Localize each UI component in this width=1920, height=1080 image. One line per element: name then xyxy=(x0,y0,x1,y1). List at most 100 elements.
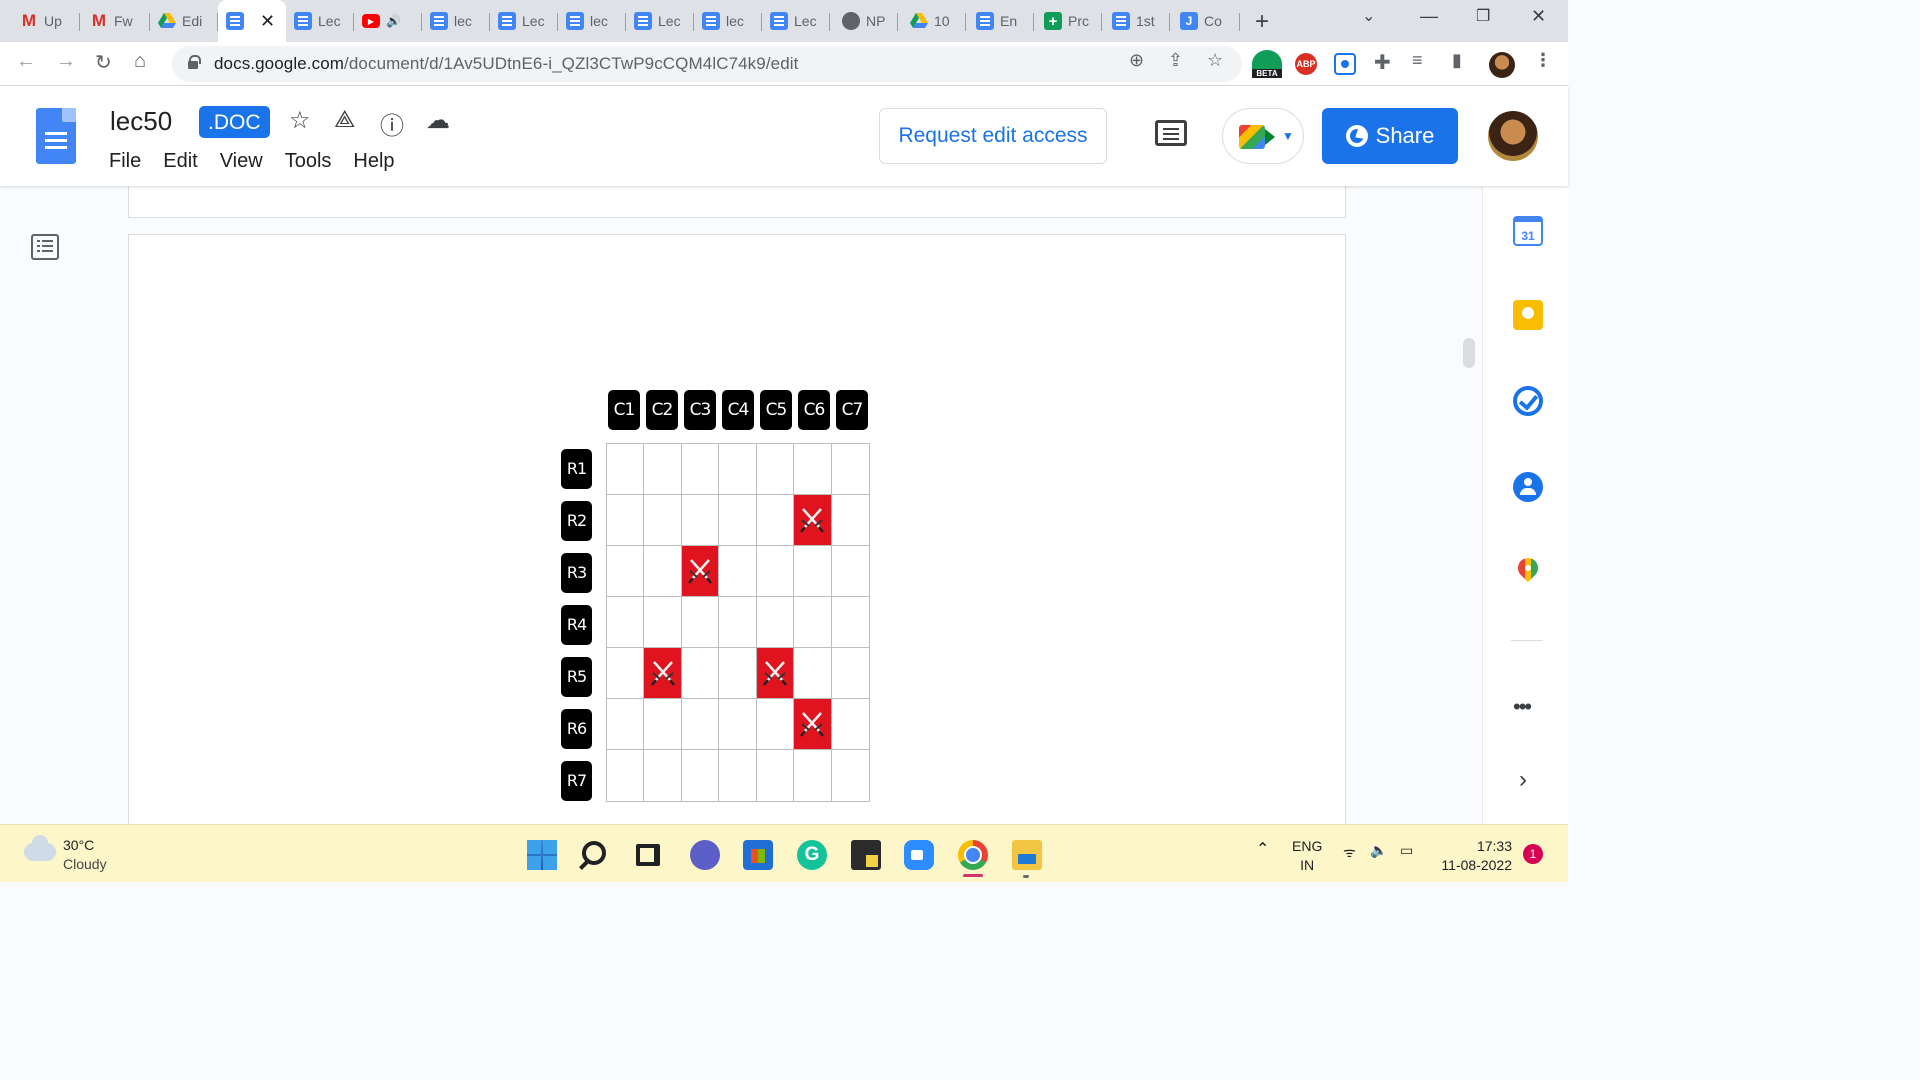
zoom-icon[interactable] xyxy=(904,840,934,870)
cloud-saved-icon[interactable]: ☁ xyxy=(426,106,450,135)
board-cell xyxy=(794,597,832,648)
forward-button[interactable]: → xyxy=(56,50,76,73)
extensions-puzzle-icon[interactable]: ✚ xyxy=(1374,50,1391,75)
comment-history-icon[interactable] xyxy=(1155,120,1187,146)
media-control-icon[interactable]: ≡ xyxy=(1412,50,1423,71)
board-cell-marked xyxy=(794,495,832,546)
browser-tab[interactable]: M Fw xyxy=(80,5,150,37)
board-cell xyxy=(607,699,645,750)
clock[interactable]: 17:33 11-08-2022 xyxy=(1436,837,1512,875)
browser-tab[interactable]: 10 xyxy=(898,5,966,37)
grammarly-icon[interactable]: G xyxy=(797,840,827,870)
browser-tab[interactable]: Lec xyxy=(490,5,558,37)
more-addons-icon[interactable]: ••• xyxy=(1513,694,1532,720)
browser-tab[interactable]: Edi xyxy=(150,5,218,37)
document-info-icon[interactable]: ⓘ xyxy=(380,106,404,141)
browser-tab[interactable]: lec xyxy=(558,5,626,37)
record-dot-icon xyxy=(1341,60,1349,68)
tasks-icon[interactable] xyxy=(1513,386,1543,416)
contacts-icon[interactable] xyxy=(1513,472,1543,502)
grammarly-beta-extension-icon[interactable]: BETA xyxy=(1252,50,1282,78)
language-indicator[interactable]: ENG IN xyxy=(1292,837,1322,875)
microsoft-store-icon[interactable] xyxy=(743,840,773,870)
browser-tab[interactable]: + Prc xyxy=(1034,5,1102,37)
adblock-extension-icon[interactable]: ABP xyxy=(1295,53,1317,75)
board-cell xyxy=(644,495,682,546)
browser-tab[interactable]: 1st xyxy=(1102,5,1170,37)
weather-description[interactable]: Cloudy xyxy=(63,856,107,872)
tab-search-icon[interactable]: ⌄ xyxy=(1362,6,1375,26)
menu-tools[interactable]: Tools xyxy=(285,150,332,173)
browser-tab-active[interactable]: ✕ xyxy=(218,0,286,42)
keep-icon[interactable] xyxy=(1513,300,1543,330)
task-view-icon[interactable] xyxy=(636,844,660,866)
share-button[interactable]: Share xyxy=(1322,108,1458,164)
chrome-icon[interactable] xyxy=(958,840,988,870)
board-cell xyxy=(831,495,869,546)
board-cell xyxy=(644,699,682,750)
new-tab-button[interactable]: + xyxy=(1255,8,1269,36)
reload-button[interactable]: ↻ xyxy=(95,50,112,75)
home-button[interactable]: ⌂ xyxy=(134,50,146,73)
browser-tab[interactable]: Lec xyxy=(762,5,830,37)
account-avatar[interactable] xyxy=(1488,111,1538,161)
browser-tab[interactable]: J Co xyxy=(1170,5,1240,37)
side-panel-icon[interactable]: ▮ xyxy=(1452,50,1462,71)
sticky-notes-icon[interactable] xyxy=(851,840,881,870)
address-bar[interactable]: docs.google.com/document/d/1Av5UDtnE6-i_… xyxy=(172,46,1242,82)
request-edit-access-button[interactable]: Request edit access xyxy=(879,108,1107,164)
start-button-icon[interactable] xyxy=(527,840,557,870)
back-button[interactable]: ← xyxy=(16,50,36,73)
profile-avatar[interactable] xyxy=(1489,52,1515,78)
clock-date: 11-08-2022 xyxy=(1441,857,1512,873)
notification-badge[interactable]: 1 xyxy=(1523,844,1543,864)
menu-view[interactable]: View xyxy=(220,150,263,173)
screen-capture-extension-icon[interactable] xyxy=(1334,53,1356,75)
move-to-drive-icon[interactable]: ⟁ xyxy=(334,106,355,134)
wifi-icon[interactable]: ᯤ xyxy=(1343,843,1356,862)
browser-tab[interactable]: NP xyxy=(830,5,898,37)
board-cell xyxy=(607,495,645,546)
zoom-icon[interactable]: ⊕ xyxy=(1129,50,1144,71)
browser-tab[interactable]: ▶ 🔊 xyxy=(354,5,422,37)
minimize-button[interactable]: — xyxy=(1420,6,1438,27)
show-hidden-icons-icon[interactable]: ⌃ xyxy=(1256,839,1269,859)
search-icon[interactable] xyxy=(582,841,606,865)
chrome-menu-icon[interactable]: ⋮ xyxy=(1534,50,1552,71)
board-cell xyxy=(794,648,832,699)
document-outline-icon[interactable] xyxy=(31,234,59,260)
menu-edit[interactable]: Edit xyxy=(163,150,197,173)
volume-icon[interactable]: 🔈 xyxy=(1370,842,1387,859)
battery-icon[interactable]: ▭ xyxy=(1400,842,1413,859)
board-cell xyxy=(719,597,757,648)
url-text[interactable]: docs.google.com/document/d/1Av5UDtnE6-i_… xyxy=(214,54,798,74)
expand-panel-icon[interactable]: › xyxy=(1519,766,1527,794)
restore-button[interactable]: ❐ xyxy=(1476,6,1490,26)
browser-tab[interactable]: lec xyxy=(694,5,762,37)
weather-temperature[interactable]: 30°C xyxy=(63,837,94,853)
teams-chat-icon[interactable] xyxy=(690,840,720,870)
browser-tab[interactable]: lec xyxy=(422,5,490,37)
browser-tab[interactable]: Lec xyxy=(626,5,694,37)
calendar-icon[interactable]: 31 xyxy=(1513,216,1543,246)
maps-icon[interactable] xyxy=(1513,558,1543,588)
file-explorer-icon[interactable] xyxy=(1012,840,1042,870)
docs-home-logo-icon[interactable] xyxy=(36,108,76,164)
star-icon[interactable]: ☆ xyxy=(289,106,311,135)
region-code: IN xyxy=(1300,857,1315,873)
share-page-icon[interactable]: ⇪ xyxy=(1168,50,1183,71)
column-header: C3 xyxy=(684,390,716,430)
document-title[interactable]: lec50 xyxy=(110,106,172,137)
browser-tab[interactable]: Lec xyxy=(286,5,354,37)
close-window-button[interactable]: ✕ xyxy=(1531,6,1546,27)
menu-file[interactable]: File xyxy=(109,150,141,173)
cloud-icon[interactable] xyxy=(24,835,56,861)
bookmark-star-icon[interactable]: ☆ xyxy=(1207,50,1223,71)
menu-help[interactable]: Help xyxy=(353,150,394,173)
browser-tab[interactable]: En xyxy=(966,5,1034,37)
browser-tab[interactable]: M Up xyxy=(0,5,80,37)
board-cell xyxy=(681,495,720,546)
vertical-scrollbar[interactable] xyxy=(1463,338,1475,368)
meet-button[interactable]: ▼ xyxy=(1222,108,1304,164)
close-tab-icon[interactable]: ✕ xyxy=(260,11,275,32)
